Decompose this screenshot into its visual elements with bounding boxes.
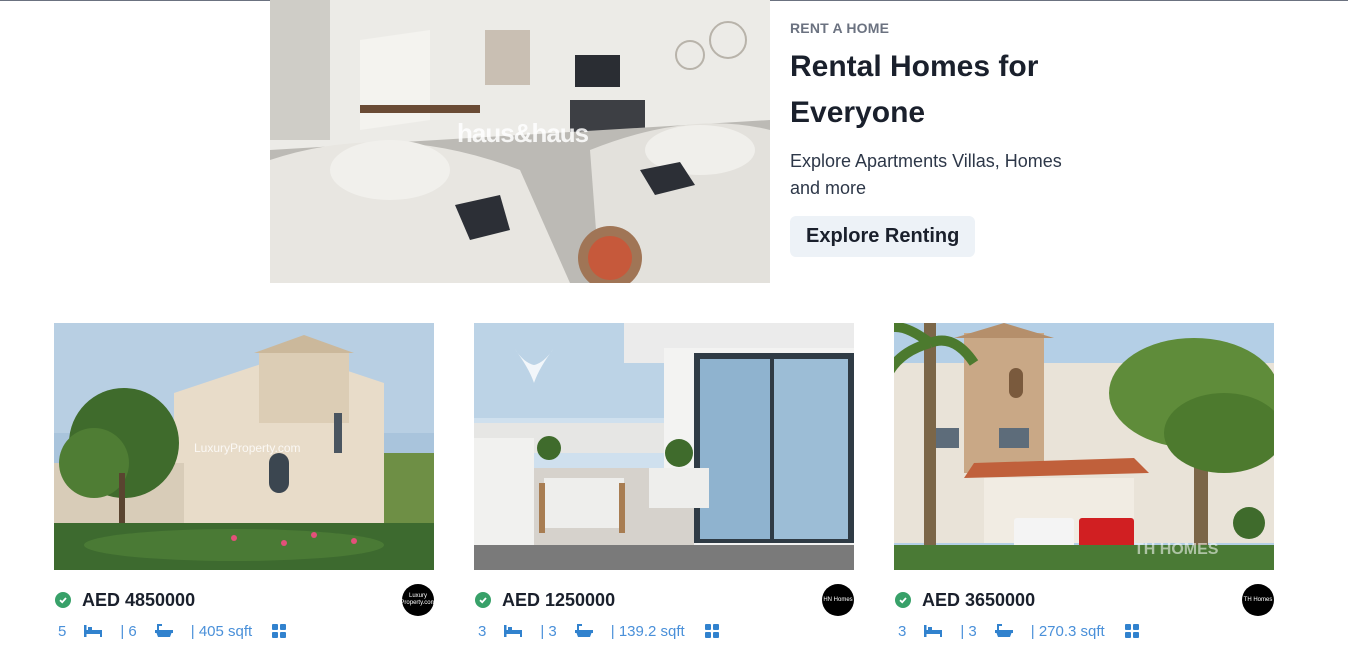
listing-price: AED 3650000: [922, 589, 1036, 610]
area-size: | 405 sqft: [190, 622, 253, 640]
hero-image: haus&haus: [270, 0, 770, 283]
area-size: | 139.2 sqft: [610, 622, 685, 640]
explore-renting-button[interactable]: Explore Renting: [790, 216, 976, 257]
listing-image-watermark: LuxuryProperty.com: [194, 441, 301, 455]
verified-check-icon: [475, 592, 491, 608]
baths-count: | 3: [540, 622, 557, 640]
hero-eyebrow: RENT A HOME: [790, 20, 890, 36]
verified-check-icon: [55, 592, 71, 608]
hero-description: Explore Apartments Villas, Homes and mor…: [790, 151, 1062, 198]
bed-icon: [924, 625, 943, 637]
beds-count: 3: [478, 622, 487, 640]
listing-card[interactable]: TH HOMES AED 3650000 TH Homes 3 | 3 | 27…: [894, 323, 1274, 642]
floorplan-icon[interactable]: [1124, 623, 1140, 639]
area-size: | 270.3 sqft: [1030, 622, 1105, 640]
baths-count: | 3: [960, 622, 977, 640]
hero-text-block: RENT A HOME Rental Homes for Everyone Ex…: [790, 20, 1090, 257]
listing-specs: 3 | 3 | 270.3 sqft: [894, 620, 1274, 642]
listing-image[interactable]: [474, 323, 854, 570]
bathtub-icon: [574, 624, 593, 637]
bathtub-icon: [154, 624, 173, 637]
bathtub-icon: [994, 624, 1013, 637]
listing-specs: 5 | 6 | 405 sqft: [54, 620, 434, 642]
hero-watermark: haus&haus: [457, 118, 589, 148]
listing-price: AED 4850000: [82, 589, 196, 610]
listing-price: AED 1250000: [502, 589, 616, 610]
baths-count: | 6: [120, 622, 137, 640]
verified-check-icon: [895, 592, 911, 608]
listing-card[interactable]: AED 1250000 HN Homes 3 | 3 | 139.2 sqft: [474, 323, 854, 642]
bed-icon: [504, 625, 523, 637]
floorplan-icon[interactable]: [704, 623, 720, 639]
listing-specs: 3 | 3 | 139.2 sqft: [474, 620, 854, 642]
agency-logo[interactable]: TH Homes: [1242, 584, 1274, 616]
beds-count: 5: [58, 622, 67, 640]
listing-image[interactable]: LuxuryProperty.com: [54, 323, 434, 570]
listing-image-watermark: TH HOMES: [1134, 541, 1219, 558]
listing-card[interactable]: LuxuryProperty.com AED 4850000 Luxury Pr…: [54, 323, 434, 642]
agency-logo[interactable]: Luxury Property.com: [402, 584, 434, 616]
agency-logo[interactable]: HN Homes: [822, 584, 854, 616]
listing-image[interactable]: TH HOMES: [894, 323, 1274, 570]
bed-icon: [84, 625, 103, 637]
beds-count: 3: [898, 622, 907, 640]
floorplan-icon[interactable]: [272, 623, 287, 639]
hero-title: Rental Homes for Everyone: [790, 50, 1039, 129]
